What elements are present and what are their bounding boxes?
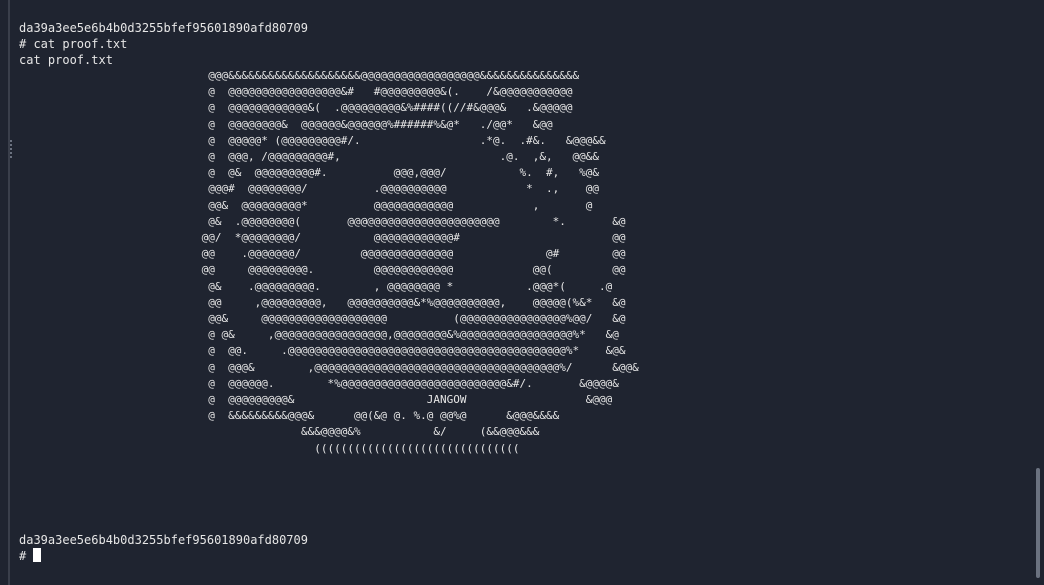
terminal-left-border <box>8 0 10 585</box>
terminal-output-line: da39a3ee5e6b4b0d3255bfef95601890afd80709 <box>19 21 308 35</box>
resize-grip-icon[interactable] <box>10 140 14 158</box>
terminal-output-line: da39a3ee5e6b4b0d3255bfef95601890afd80709 <box>19 533 308 547</box>
terminal-output-line: cat proof.txt <box>19 53 113 67</box>
text-cursor <box>33 548 42 562</box>
terminal-scrollbar[interactable] <box>1036 468 1040 578</box>
terminal-window[interactable]: da39a3ee5e6b4b0d3255bfef95601890afd80709… <box>0 0 1044 585</box>
ascii-art-proof: @@@&&&&&&&&&&&&&&&&&&&&@@@@@@@@@@@@@@@@@… <box>201 69 639 455</box>
terminal-prompt-line[interactable]: # <box>19 548 42 564</box>
prompt-text: # <box>19 549 34 563</box>
terminal-command-line: # cat proof.txt <box>19 37 128 51</box>
